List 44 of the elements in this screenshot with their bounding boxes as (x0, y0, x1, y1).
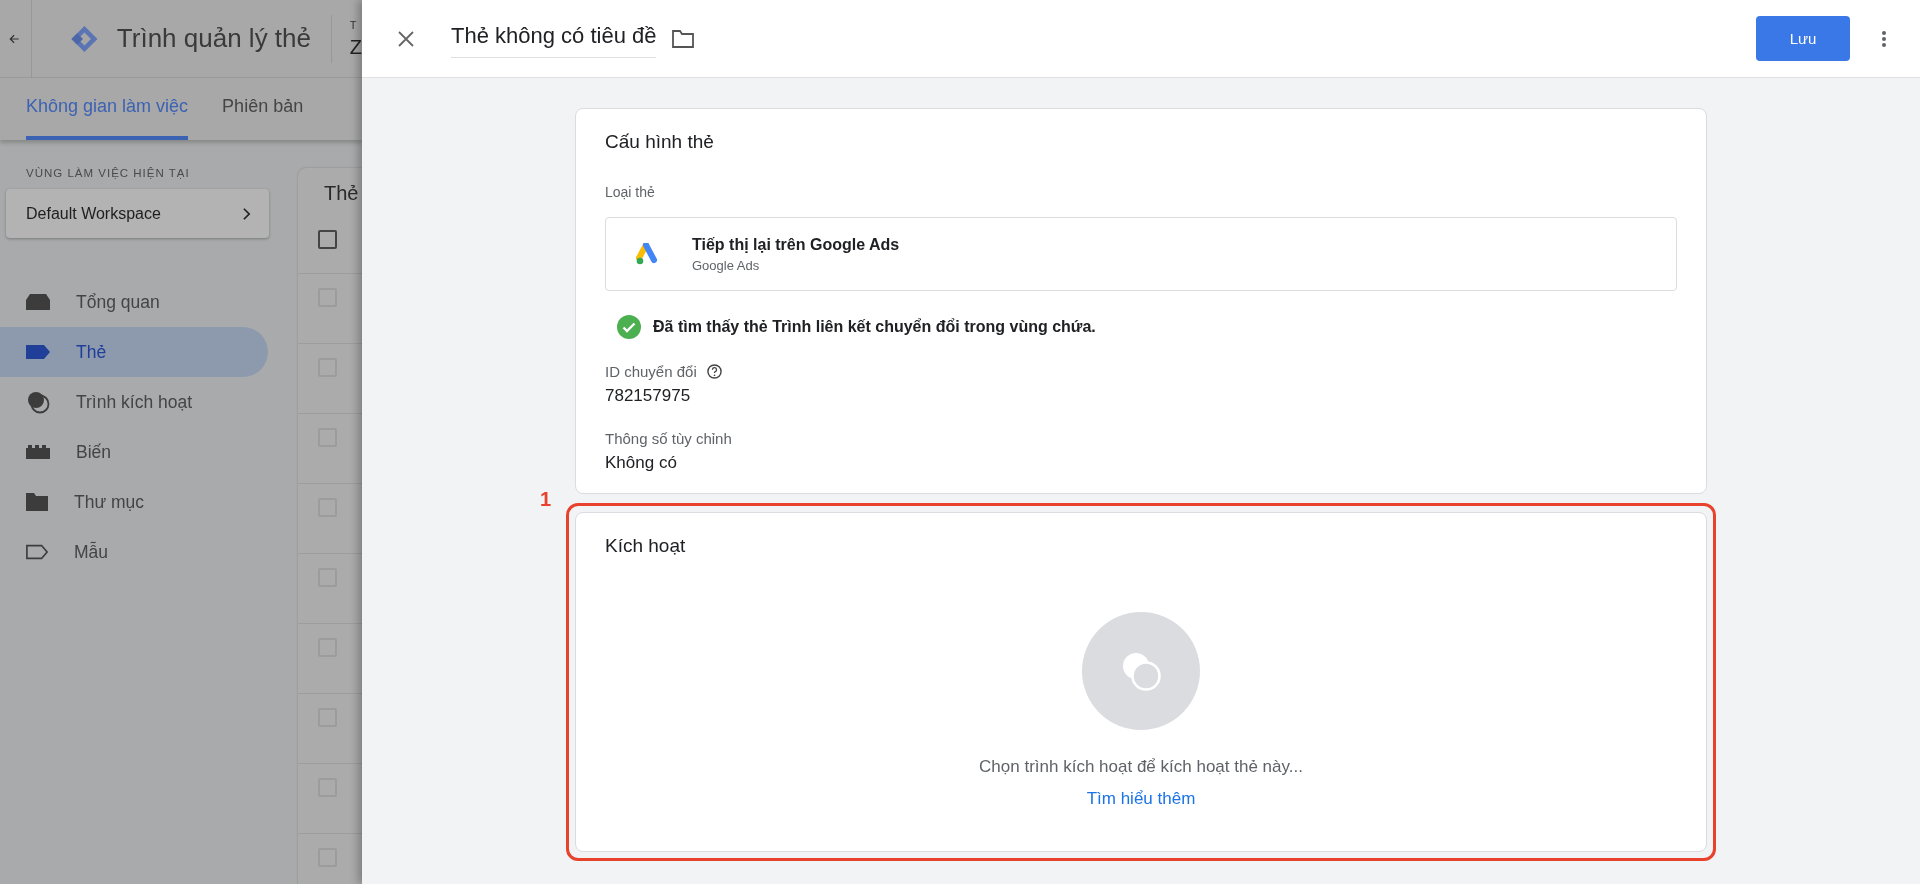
field-label: ID chuyển đổi (605, 363, 697, 380)
checkbox[interactable] (318, 230, 337, 249)
card-title: Cấu hình thẻ (605, 131, 715, 153)
nav-item[interactable]: Thư mục (0, 477, 268, 527)
field-value: Không có (605, 453, 678, 473)
tab[interactable]: Không gian làm việc (26, 96, 189, 140)
nav-item[interactable]: Biến (0, 427, 268, 477)
tag-icon (26, 345, 50, 359)
nav-item[interactable]: Thẻ (0, 327, 268, 377)
tray-icon (26, 294, 50, 310)
chevron-right-icon (242, 206, 251, 221)
field-value: 782157975 (605, 386, 692, 406)
tab[interactable]: Phiên bản (222, 96, 304, 140)
app-title: Trình quản lý thẻ (116, 23, 311, 54)
account-label: T (349, 20, 358, 31)
tag-type-name: Tiếp thị lại trên Google Ads (692, 235, 900, 254)
field-label: Loại thẻ (605, 184, 656, 200)
nav-item[interactable]: Trình kích hoạt (0, 377, 268, 427)
help-icon[interactable] (706, 364, 722, 379)
more-icon[interactable] (1882, 30, 1886, 47)
save-button[interactable]: Lưu (1756, 16, 1850, 61)
brick-icon (26, 445, 50, 459)
empty-hint: Chọn trình kích hoạt để kích hoạt thẻ này... (979, 757, 1303, 777)
nav-item[interactable]: Mẫu (0, 527, 268, 577)
title-field[interactable]: Thẻ không có tiêu đề (451, 19, 657, 58)
card-title: Kích hoạt (605, 535, 687, 557)
card-title: Thẻ (323, 181, 360, 206)
tag-type-vendor: Google Ads (692, 257, 761, 273)
section-heading: VÙNG LÀM VIỆC HIỆN TẠI (25, 167, 191, 179)
circles-icon (26, 390, 50, 414)
annotation-number: 1 (540, 488, 552, 511)
container-name[interactable]: Z (349, 37, 362, 57)
check-circle-icon (617, 315, 641, 339)
notice-text: Đã tìm thấy thẻ Trình liên kết chuyển đổi trong vùng chứa. (653, 318, 1096, 336)
workspace-button[interactable]: Default Workspace (6, 189, 269, 238)
folder-icon[interactable] (672, 29, 695, 48)
learn-more-link[interactable]: Tìm hiểu thêm (1086, 789, 1196, 809)
close-icon[interactable] (398, 30, 414, 47)
trigger-placeholder-icon[interactable] (1082, 612, 1200, 730)
folder-icon (26, 493, 48, 511)
tag-type-selector[interactable]: Tiếp thị lại trên Google Ads Google Ads (605, 217, 1677, 291)
nav-item[interactable]: Tổng quan (0, 277, 268, 327)
tag-outline-icon (26, 544, 48, 560)
field-label: Thông số tùy chỉnh (605, 430, 732, 447)
